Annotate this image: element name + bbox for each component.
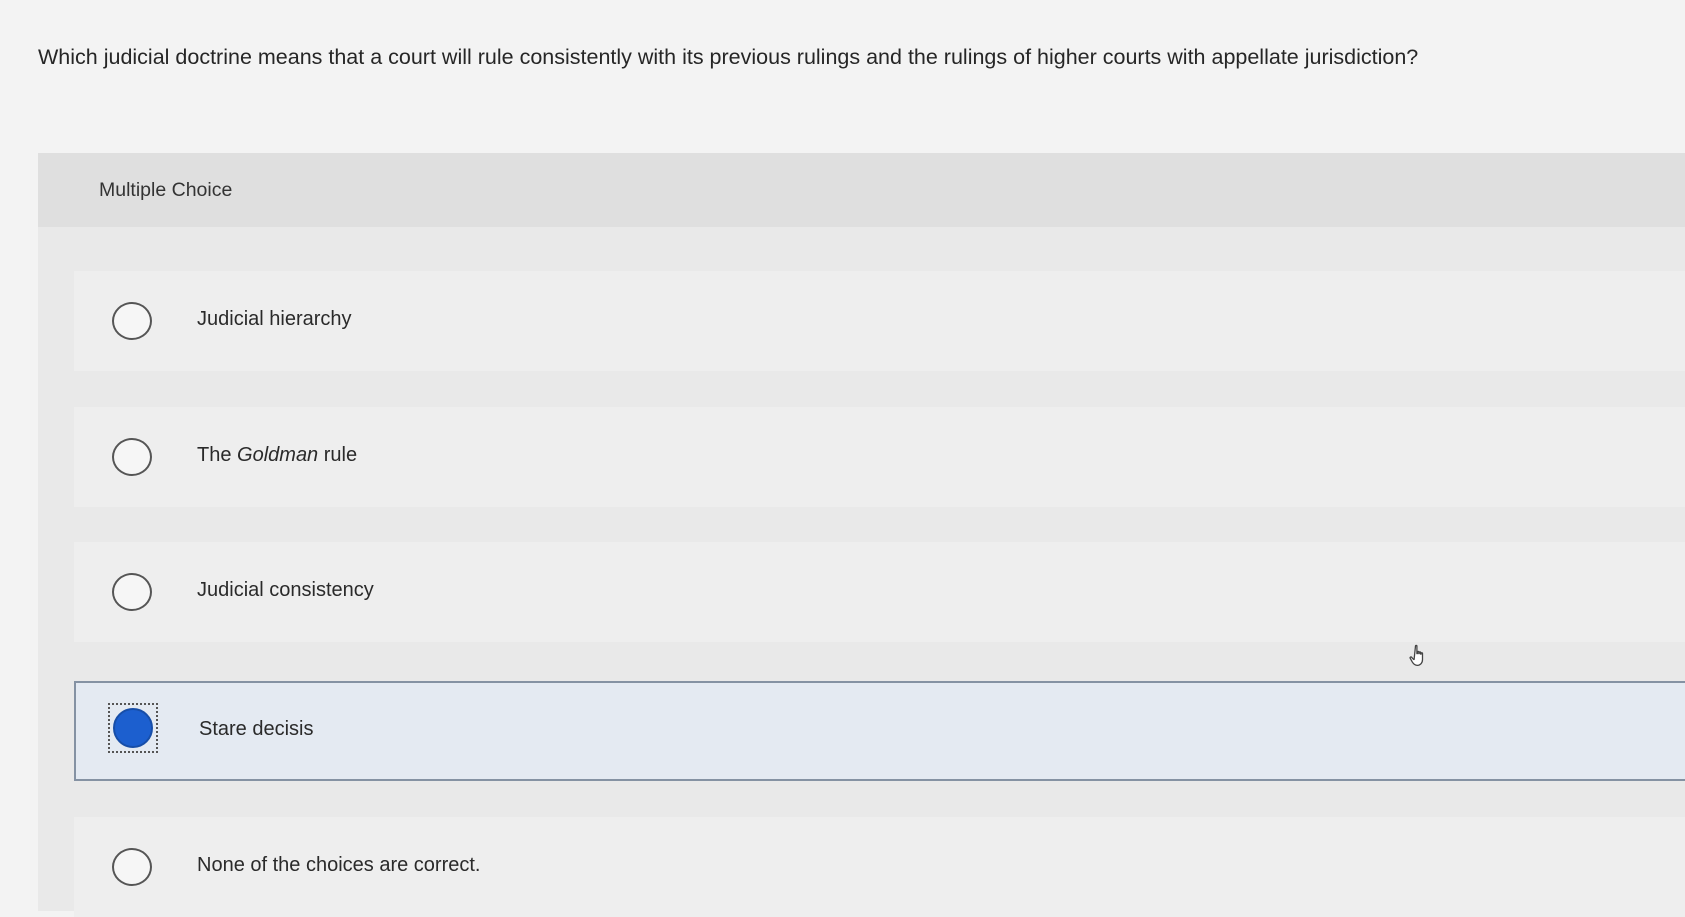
panel-title: Multiple Choice [99, 179, 233, 201]
choice-option-3[interactable]: Judicial consistency [74, 542, 1685, 642]
radio-button[interactable] [112, 302, 152, 340]
hand-pointer-icon [1409, 644, 1424, 666]
radio-selected-dot [113, 708, 153, 748]
radio-button[interactable] [112, 573, 152, 611]
panel-header: Multiple Choice [38, 153, 1685, 227]
choice-label: Judicial hierarchy [197, 308, 352, 330]
radio-button[interactable] [112, 438, 152, 476]
radio-button-selected[interactable] [108, 703, 158, 753]
question-text: Which judicial doctrine means that a cou… [38, 45, 1419, 69]
multiple-choice-panel: Multiple Choice Judicial hierarchy The G… [38, 153, 1685, 917]
radio-button[interactable] [112, 848, 152, 886]
choice-label: Judicial consistency [197, 579, 374, 601]
choice-option-1[interactable]: Judicial hierarchy [74, 271, 1685, 371]
choice-label: Stare decisis [199, 718, 314, 740]
choice-option-2[interactable]: The Goldman rule [74, 407, 1685, 507]
choice-option-5[interactable]: None of the choices are correct. [74, 817, 1685, 917]
choice-option-4-selected[interactable]: Stare decisis [74, 681, 1685, 781]
choice-label: None of the choices are correct. [197, 854, 481, 876]
choice-label: The Goldman rule [197, 444, 358, 466]
